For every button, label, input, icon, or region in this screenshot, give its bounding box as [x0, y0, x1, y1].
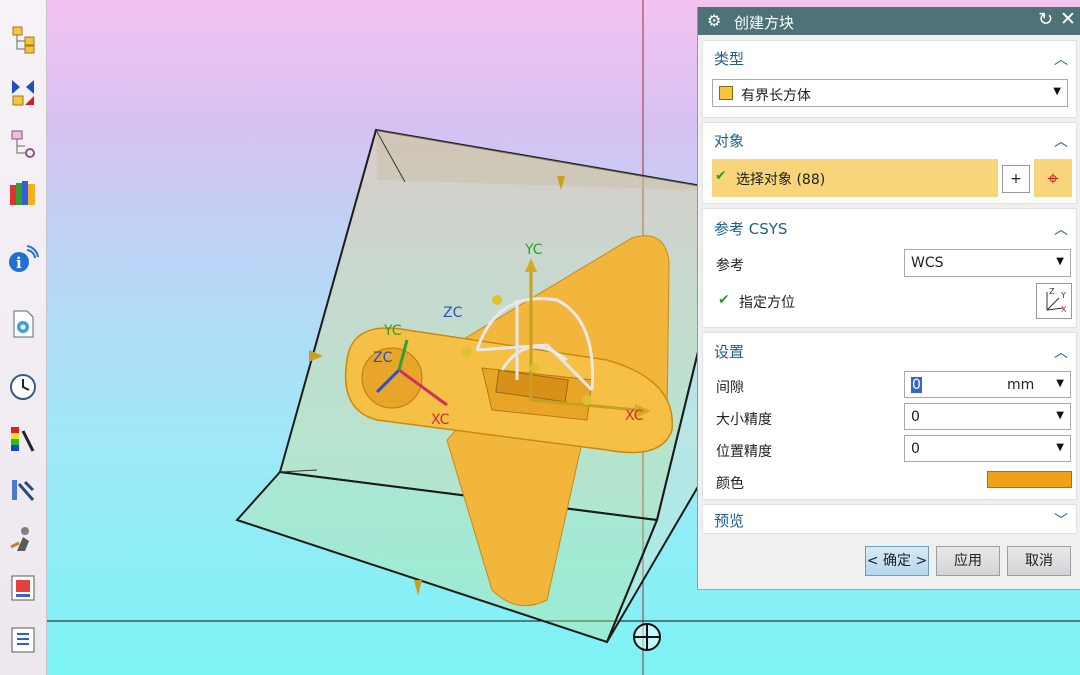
csys-header[interactable]: 参考 CSYS	[714, 218, 787, 239]
list-icon[interactable]	[7, 624, 39, 656]
axis-label-xc: XC	[431, 412, 450, 428]
chevron-down-icon[interactable]: ▼	[1053, 86, 1061, 97]
document-icon[interactable]	[7, 308, 39, 340]
move-cursor-icon	[633, 623, 661, 651]
create-block-dialog: ⚙ 创建方块 ↻ ✕ 类型 ︿ 有界长方体 ▼ 对象 ︿ ✔ 选择对象 (88)…	[697, 7, 1080, 590]
svg-text:X: X	[1061, 305, 1067, 314]
gap-unit: mm	[1007, 377, 1035, 393]
dialog-title-bar[interactable]: ⚙ 创建方块 ↻ ✕	[698, 7, 1080, 35]
assembly-navigator-icon[interactable]	[7, 24, 39, 56]
cancel-button[interactable]: 取消	[1007, 546, 1071, 576]
gap-label: 间隙	[716, 380, 744, 396]
chevron-up-icon[interactable]: ︿	[1054, 49, 1068, 69]
color-swatch[interactable]	[987, 471, 1072, 488]
size-precision-value: 0	[911, 409, 920, 425]
position-precision-select[interactable]: 0 ▼	[904, 435, 1071, 462]
position-precision-value: 0	[911, 441, 920, 457]
type-selected-value: 有界长方体	[741, 88, 811, 104]
face-handle[interactable]	[414, 580, 422, 596]
handle-ball[interactable]	[492, 295, 502, 305]
close-icon[interactable]: ✕	[1060, 8, 1076, 30]
type-group: 类型 ︿ 有界长方体 ▼	[702, 40, 1077, 118]
chevron-down-icon[interactable]: ▼	[1056, 442, 1064, 453]
chevron-down-icon[interactable]: ▼	[1056, 410, 1064, 421]
csys-dialog-button[interactable]: ZYX	[1036, 283, 1072, 319]
chevron-down-icon[interactable]: ▼	[1056, 378, 1064, 389]
check-icon: ✔	[718, 292, 730, 308]
csys-icon: Z YX	[1046, 287, 1067, 314]
settings-header[interactable]: 设置	[714, 341, 744, 362]
select-object-field[interactable]: ✔ 选择对象 (88)	[712, 159, 998, 197]
handle-ball[interactable]	[530, 363, 540, 373]
svg-text:Z: Z	[1049, 287, 1055, 296]
chevron-down-icon[interactable]: ▼	[1056, 256, 1064, 267]
history-icon[interactable]	[7, 371, 39, 403]
color-label: 颜色	[716, 476, 744, 492]
size-precision-label: 大小精度	[716, 412, 772, 428]
gap-value: 0	[911, 377, 922, 393]
constraint-icon[interactable]	[7, 76, 39, 108]
axis-label-zc-left: ZC	[373, 350, 393, 366]
chevron-down-icon[interactable]: ﹀	[1054, 510, 1068, 530]
settings-group: 设置 ︿ 间隙 0 mm ▼ 大小精度 0 ▼ 位置精度 0 ▼ 颜色	[702, 332, 1077, 500]
part-navigator-icon[interactable]	[7, 128, 39, 160]
gap-input[interactable]: 0 mm ▼	[904, 371, 1071, 398]
check-icon: ✔	[715, 168, 727, 184]
preview-group: 预览 ﹀	[702, 504, 1077, 534]
reference-select[interactable]: WCS ▼	[904, 249, 1071, 277]
resource-toolbar: i	[0, 0, 47, 675]
preview-header[interactable]: 预览	[714, 510, 744, 531]
orient-label: 指定方位	[739, 295, 795, 311]
handle-ball[interactable]	[462, 347, 472, 357]
reuse-library-icon[interactable]	[7, 176, 39, 208]
dialog-title: 创建方块	[734, 14, 795, 32]
point-selector-button[interactable]: ⌖	[1034, 159, 1072, 197]
reference-label: 参考	[716, 258, 744, 274]
apply-button[interactable]: 应用	[936, 546, 1000, 576]
svg-text:Y: Y	[1060, 291, 1066, 300]
type-header[interactable]: 类型	[714, 48, 744, 69]
size-precision-select[interactable]: 0 ▼	[904, 403, 1071, 430]
add-icon: +	[1010, 171, 1022, 187]
reset-icon[interactable]: ↻	[1038, 9, 1053, 30]
block-type-icon	[719, 86, 733, 100]
svg-text:i: i	[16, 254, 22, 272]
object-header[interactable]: 对象	[714, 130, 744, 151]
handle-ball[interactable]	[582, 395, 592, 405]
type-select[interactable]: 有界长方体 ▼	[712, 79, 1068, 107]
select-object-label: 选择对象 (88)	[736, 172, 826, 188]
color-palette-icon[interactable]	[7, 423, 39, 455]
add-object-button[interactable]: +	[1002, 165, 1030, 193]
axis-label-yc-left: YC	[383, 323, 402, 339]
axis-label-xc-right: XC	[625, 408, 644, 424]
chevron-up-icon[interactable]: ︿	[1054, 219, 1068, 239]
object-group: 对象 ︿ ✔ 选择对象 (88) + ⌖	[702, 122, 1077, 204]
crosshair-icon: ⌖	[1047, 166, 1059, 190]
info-icon[interactable]: i	[7, 244, 39, 276]
csys-group: 参考 CSYS ︿ 参考 WCS ▼ ✔ 指定方位 ZYX	[702, 208, 1077, 328]
layout-icon[interactable]	[7, 572, 39, 604]
roles-icon[interactable]	[7, 523, 39, 555]
reference-value: WCS	[911, 255, 944, 271]
gear-icon[interactable]: ⚙	[707, 11, 721, 30]
chevron-up-icon[interactable]: ︿	[1054, 342, 1068, 362]
tools-icon[interactable]	[7, 474, 39, 506]
chevron-up-icon[interactable]: ︿	[1054, 131, 1068, 151]
ok-button[interactable]: < 确定 >	[865, 546, 929, 576]
axis-label-zc: ZC	[443, 305, 463, 321]
position-precision-label: 位置精度	[716, 444, 772, 460]
axis-label-yc: YC	[524, 242, 543, 258]
